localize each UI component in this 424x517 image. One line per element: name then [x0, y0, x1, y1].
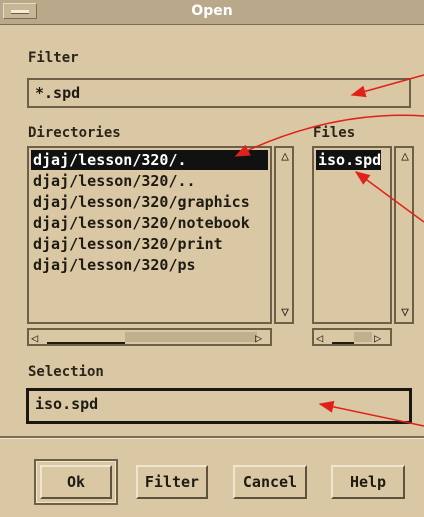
directory-item[interactable]: djaj/lesson/320/graphics [31, 192, 250, 212]
directories-vertical-scrollbar[interactable]: △ ▽ [274, 146, 294, 324]
window-title: Open [191, 3, 233, 19]
directory-item[interactable]: djaj/lesson/320/ps [31, 255, 196, 275]
selection-label: Selection [28, 364, 104, 380]
scroll-up-arrow-icon[interactable]: △ [278, 150, 292, 164]
scrollbar-track [125, 332, 257, 342]
files-vertical-scrollbar[interactable]: △ ▽ [394, 146, 414, 324]
selection-input[interactable]: iso.spd [26, 388, 412, 424]
files-horizontal-scrollbar[interactable]: ◁ ▷ [312, 328, 392, 346]
scroll-down-arrow-icon[interactable]: ▽ [398, 306, 412, 320]
scroll-right-arrow-icon[interactable]: ▷ [255, 331, 262, 345]
directory-item[interactable]: djaj/lesson/320/.. [31, 171, 196, 191]
files-label: Files [313, 125, 356, 141]
ok-button[interactable]: Ok [34, 459, 118, 505]
file-item[interactable]: iso.spd [316, 150, 382, 170]
directory-item[interactable]: djaj/lesson/320/notebook [31, 213, 250, 233]
directories-list[interactable]: djaj/lesson/320/. djaj/lesson/320/.. dja… [27, 146, 272, 324]
filter-button[interactable]: Filter [136, 465, 208, 499]
directory-item[interactable]: djaj/lesson/320/. [31, 150, 268, 170]
open-dialog: Open Filter *.spd Directories djaj/lesso… [0, 0, 424, 517]
filter-input[interactable]: *.spd [27, 78, 411, 108]
scrollbar-thumb[interactable] [332, 332, 354, 344]
scrollbar-track [354, 332, 372, 342]
directory-item[interactable]: djaj/lesson/320/print [31, 234, 223, 254]
scroll-right-arrow-icon[interactable]: ▷ [374, 331, 381, 345]
directories-label: Directories [28, 125, 121, 141]
title-bar[interactable]: Open [0, 0, 424, 25]
scroll-left-arrow-icon[interactable]: ◁ [31, 331, 38, 345]
directories-horizontal-scrollbar[interactable]: ◁ ▷ [27, 328, 272, 346]
scroll-up-arrow-icon[interactable]: △ [398, 150, 412, 164]
files-list[interactable]: iso.spd [312, 146, 392, 324]
scroll-down-arrow-icon[interactable]: ▽ [278, 306, 292, 320]
scrollbar-thumb[interactable] [47, 332, 125, 344]
button-separator [0, 436, 424, 439]
cancel-button[interactable]: Cancel [233, 465, 307, 499]
filter-label: Filter [28, 50, 79, 66]
help-button[interactable]: Help [331, 465, 405, 499]
scroll-left-arrow-icon[interactable]: ◁ [316, 331, 323, 345]
